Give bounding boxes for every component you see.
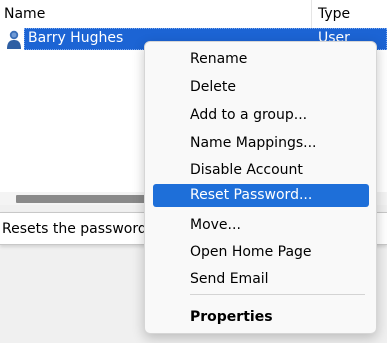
menu-item-delete[interactable]: Delete [153, 76, 369, 99]
menu-separator [190, 294, 365, 295]
menu-item-label: Disable Account [190, 162, 303, 178]
menu-item-label: Open Home Page [190, 244, 312, 260]
menu-item-disable-account[interactable]: Disable Account [153, 159, 369, 182]
menu-item-label: Rename [190, 51, 248, 67]
column-header-bar: Name Type [0, 0, 387, 28]
menu-item-label: Name Mappings... [190, 135, 317, 151]
column-header-name[interactable]: Name [4, 6, 45, 22]
menu-item-reset-password[interactable]: Reset Password... [153, 184, 369, 207]
menu-item-label: Add to a group... [190, 107, 308, 123]
menu-item-label: Send Email [190, 271, 269, 287]
status-text: Resets the password fo [2, 221, 165, 237]
menu-item-open-home-page[interactable]: Open Home Page [153, 241, 369, 264]
menu-item-move[interactable]: Move... [153, 214, 369, 237]
menu-item-label: Properties [190, 309, 273, 325]
menu-item-name-mappings[interactable]: Name Mappings... [153, 132, 369, 155]
menu-item-properties[interactable]: Properties [153, 306, 369, 329]
menu-item-label: Reset Password... [190, 187, 313, 203]
column-divider[interactable] [311, 0, 312, 28]
context-menu: Rename Delete Add to a group... Name Map… [144, 41, 377, 334]
user-name: Barry Hughes [28, 30, 124, 46]
menu-item-label: Move... [190, 217, 241, 233]
menu-item-rename[interactable]: Rename [153, 48, 369, 71]
column-header-type[interactable]: Type [318, 6, 350, 22]
menu-item-label: Delete [190, 79, 236, 95]
menu-item-send-email[interactable]: Send Email [153, 268, 369, 291]
menu-item-add-to-group[interactable]: Add to a group... [153, 104, 369, 127]
user-icon [6, 30, 22, 49]
scrollbar-thumb[interactable] [16, 195, 146, 203]
